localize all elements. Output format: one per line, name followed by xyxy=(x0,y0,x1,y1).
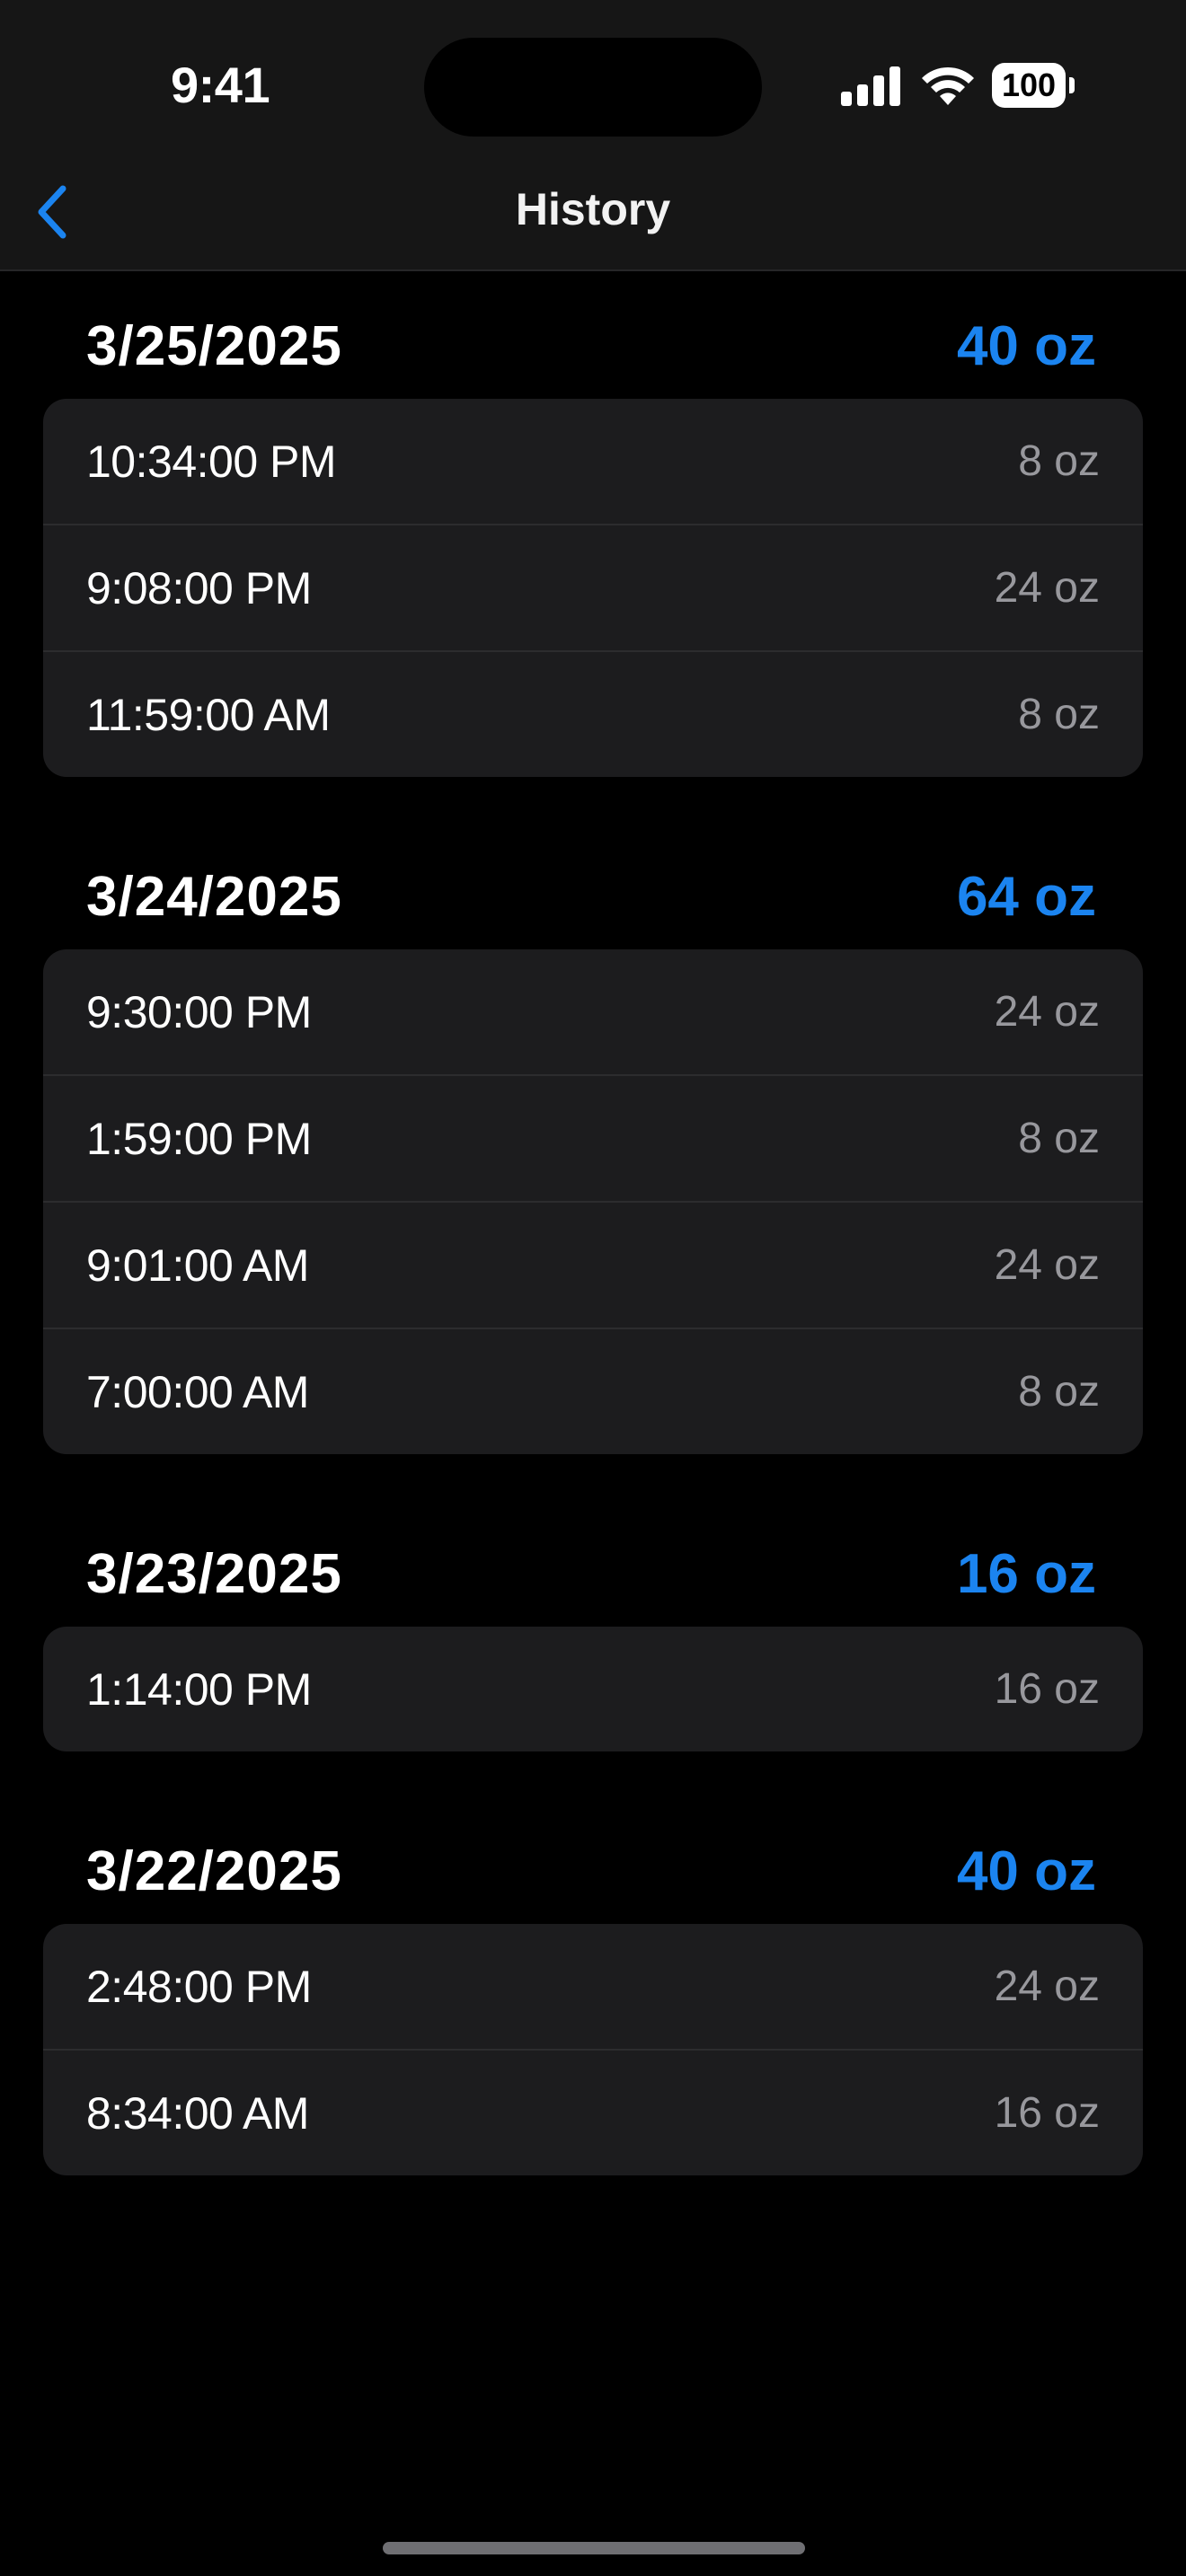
entries-card: 1:14:00 PM 16 oz xyxy=(43,1627,1143,1751)
history-entry-row[interactable]: 8:34:00 AM 16 oz xyxy=(43,2049,1143,2175)
top-chrome: 9:41 100 History xyxy=(0,0,1186,271)
history-entry-row[interactable]: 10:34:00 PM 8 oz xyxy=(43,399,1143,524)
section-date: 3/23/2025 xyxy=(86,1543,342,1605)
cellular-signal-icon xyxy=(841,66,902,106)
history-entry-row[interactable]: 2:48:00 PM 24 oz xyxy=(43,1924,1143,2049)
history-entry-row[interactable]: 9:08:00 PM 24 oz xyxy=(43,524,1143,650)
entry-amount: 16 oz xyxy=(994,1665,1100,1713)
entry-amount: 8 oz xyxy=(1018,437,1100,485)
entries-card: 10:34:00 PM 8 oz 9:08:00 PM 24 oz 11:59:… xyxy=(43,399,1143,777)
entry-time: 9:08:00 PM xyxy=(86,562,312,613)
battery-icon: 100 xyxy=(992,63,1075,108)
section-header: 3/24/2025 64 oz xyxy=(0,820,1186,949)
entries-card: 9:30:00 PM 24 oz 1:59:00 PM 8 oz 9:01:00… xyxy=(43,949,1143,1454)
section-header: 3/25/2025 40 oz xyxy=(0,269,1186,399)
section-date: 3/24/2025 xyxy=(86,866,342,928)
wifi-icon xyxy=(920,63,976,108)
entries-card: 2:48:00 PM 24 oz 8:34:00 AM 16 oz xyxy=(43,1924,1143,2175)
section-total: 40 oz xyxy=(956,1840,1096,1902)
chevron-left-icon xyxy=(38,185,66,239)
history-section: 3/23/2025 16 oz 1:14:00 PM 16 oz xyxy=(0,1497,1186,1751)
section-total: 16 oz xyxy=(956,1543,1096,1605)
entry-amount: 8 oz xyxy=(1018,1115,1100,1162)
history-entry-row[interactable]: 9:01:00 AM 24 oz xyxy=(43,1201,1143,1328)
entry-amount: 24 oz xyxy=(994,1241,1100,1289)
home-indicator[interactable] xyxy=(383,2542,805,2554)
history-section: 3/24/2025 64 oz 9:30:00 PM 24 oz 1:59:00… xyxy=(0,820,1186,1454)
history-list: 3/25/2025 40 oz 10:34:00 PM 8 oz 9:08:00… xyxy=(0,269,1186,2175)
history-entry-row[interactable]: 11:59:00 AM 8 oz xyxy=(43,650,1143,777)
history-entry-row[interactable]: 1:14:00 PM 16 oz xyxy=(43,1627,1143,1751)
entry-amount: 24 oz xyxy=(994,988,1100,1036)
entry-amount: 16 oz xyxy=(994,2089,1100,2137)
entry-amount: 8 oz xyxy=(1018,1368,1100,1416)
entry-amount: 24 oz xyxy=(994,1963,1100,2010)
history-entry-row[interactable]: 9:30:00 PM 24 oz xyxy=(43,949,1143,1074)
history-section: 3/22/2025 40 oz 2:48:00 PM 24 oz 8:34:00… xyxy=(0,1795,1186,2175)
entry-time: 10:34:00 PM xyxy=(86,436,337,487)
section-date: 3/22/2025 xyxy=(86,1840,342,1902)
history-section: 3/25/2025 40 oz 10:34:00 PM 8 oz 9:08:00… xyxy=(0,269,1186,777)
page-title: History xyxy=(515,184,671,234)
entry-time: 2:48:00 PM xyxy=(86,1961,312,2012)
entry-time: 9:30:00 PM xyxy=(86,986,312,1037)
section-total: 40 oz xyxy=(956,315,1096,377)
section-total: 64 oz xyxy=(956,866,1096,928)
entry-time: 1:59:00 PM xyxy=(86,1113,312,1164)
entry-time: 8:34:00 AM xyxy=(86,2087,309,2139)
battery-level: 100 xyxy=(1001,66,1057,103)
entry-amount: 8 oz xyxy=(1018,691,1100,738)
section-header: 3/23/2025 16 oz xyxy=(0,1497,1186,1627)
entry-time: 1:14:00 PM xyxy=(86,1663,312,1715)
status-bar-time: 9:41 xyxy=(171,57,270,113)
section-date: 3/25/2025 xyxy=(86,315,342,377)
entry-time: 7:00:00 AM xyxy=(86,1366,309,1417)
entry-time: 11:59:00 AM xyxy=(86,689,331,740)
entry-time: 9:01:00 AM xyxy=(86,1239,309,1291)
section-header: 3/22/2025 40 oz xyxy=(0,1795,1186,1924)
back-button[interactable] xyxy=(25,176,79,248)
dynamic-island xyxy=(424,38,762,137)
history-entry-row[interactable]: 1:59:00 PM 8 oz xyxy=(43,1074,1143,1201)
history-entry-row[interactable]: 7:00:00 AM 8 oz xyxy=(43,1328,1143,1454)
entry-amount: 24 oz xyxy=(994,564,1100,612)
